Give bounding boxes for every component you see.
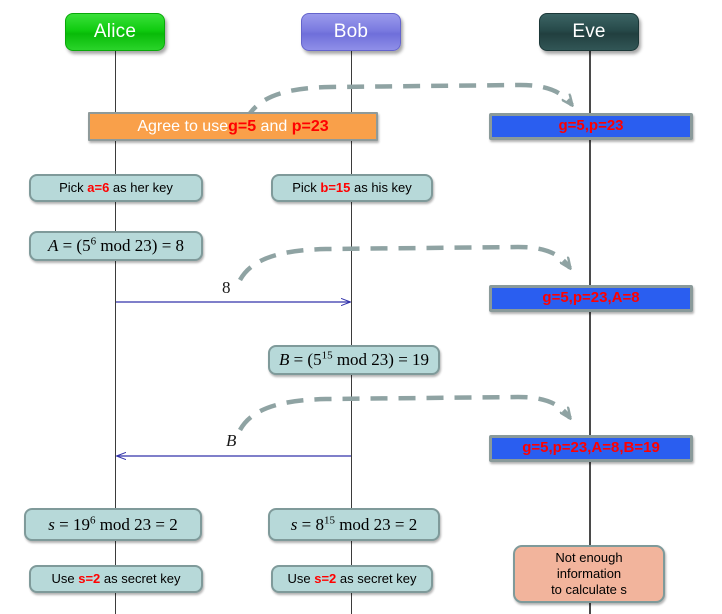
alice-pick-key-value: a=6 bbox=[87, 179, 110, 195]
bob-compute-B-formula: B = (515 mod 23) = 19 bbox=[279, 349, 429, 370]
agree-prefix: Agree to use bbox=[137, 117, 229, 135]
alice-secret-eq: = 19 bbox=[54, 514, 90, 534]
note-eve-knowledge-2[interactable]: g=5,p=23,A=8 bbox=[489, 285, 693, 312]
note-alice-compute-A[interactable]: A = (56 mod 23) = 8 bbox=[29, 231, 203, 261]
actor-bob[interactable]: Bob bbox=[301, 13, 401, 51]
bob-compute-B-eq: = (5 bbox=[289, 350, 322, 370]
note-bob-use-secret[interactable]: Use s=2 as secret key bbox=[271, 565, 433, 593]
alice-compute-A-lhs: A bbox=[47, 236, 59, 256]
alice-use-key-value: s=2 bbox=[78, 570, 101, 586]
note-alice-pick-key[interactable]: Pick a=6 as her key bbox=[29, 174, 203, 202]
note-alice-use-secret[interactable]: Use s=2 as secret key bbox=[29, 565, 203, 593]
actor-alice-label: Alice bbox=[93, 21, 137, 42]
alice-use-suffix: as secret key bbox=[100, 570, 181, 586]
note-eve-knowledge-1[interactable]: g=5,p=23 bbox=[489, 113, 693, 140]
eve-knowledge-2-text: g=5,p=23,A=8 bbox=[542, 289, 640, 307]
agree-g-value: g=5 bbox=[228, 117, 257, 135]
bob-secret-eq: = 8 bbox=[297, 514, 324, 534]
bob-use-prefix: Use bbox=[287, 570, 315, 586]
message-label-B: B bbox=[226, 431, 236, 451]
intercept-arrow-A bbox=[238, 244, 570, 282]
eve-not-enough-line3: to calculate s bbox=[551, 582, 627, 598]
note-alice-secret[interactable]: s = 196 mod 23 = 2 bbox=[24, 508, 202, 541]
note-bob-pick-key[interactable]: Pick b=15 as his key bbox=[271, 174, 433, 202]
alice-secret-mod: mod 23 = 2 bbox=[95, 514, 178, 534]
bob-use-suffix: as secret key bbox=[336, 570, 417, 586]
alice-compute-A-formula: A = (56 mod 23) = 8 bbox=[48, 235, 184, 256]
eve-not-enough-line1: Not enough bbox=[555, 549, 623, 565]
note-bob-compute-B[interactable]: B = (515 mod 23) = 19 bbox=[268, 345, 440, 375]
sequence-diagram-canvas: Alice Bob Eve Agree to use g=5 and p=23 … bbox=[0, 0, 722, 614]
actor-alice[interactable]: Alice bbox=[65, 13, 165, 51]
message-label-A-text: 8 bbox=[222, 278, 231, 297]
eve-knowledge-3-text: g=5,p=23,A=8,B=19 bbox=[522, 439, 660, 457]
alice-secret-formula: s = 196 mod 23 = 2 bbox=[48, 514, 178, 535]
alice-secret-lhs: s bbox=[48, 514, 55, 534]
note-agree-parameters[interactable]: Agree to use g=5 and p=23 bbox=[88, 112, 378, 141]
note-bob-secret[interactable]: s = 815 mod 23 = 2 bbox=[268, 508, 440, 541]
note-eve-not-enough[interactable]: Not enough information to calculate s bbox=[513, 545, 665, 603]
bob-pick-key-value: b=15 bbox=[320, 179, 351, 195]
bob-compute-B-lhs: B bbox=[278, 350, 290, 370]
bob-secret-mod: mod 23 = 2 bbox=[334, 514, 418, 534]
alice-pick-prefix: Pick bbox=[59, 179, 88, 195]
bob-compute-B-mod: mod 23) = 19 bbox=[332, 350, 430, 370]
alice-compute-A-eq: = (5 bbox=[58, 236, 91, 256]
bob-use-key-value: s=2 bbox=[314, 570, 337, 586]
bob-secret-formula: s = 815 mod 23 = 2 bbox=[291, 514, 418, 535]
alice-compute-A-mod: mod 23) = 8 bbox=[96, 236, 185, 256]
actor-eve-label: Eve bbox=[572, 21, 606, 42]
bob-pick-suffix: as his key bbox=[350, 179, 412, 195]
bob-compute-B-exp: 15 bbox=[321, 349, 333, 362]
actor-bob-label: Bob bbox=[333, 21, 369, 42]
agree-p-value: p=23 bbox=[291, 117, 329, 135]
message-label-B-text: B bbox=[226, 431, 237, 450]
agree-middle: and bbox=[256, 117, 292, 135]
intercept-arrow-B bbox=[238, 394, 570, 432]
alice-pick-suffix: as her key bbox=[109, 179, 173, 195]
eve-knowledge-1-text: g=5,p=23 bbox=[558, 117, 624, 135]
actor-eve[interactable]: Eve bbox=[539, 13, 639, 51]
bob-secret-exp: 15 bbox=[323, 514, 335, 527]
note-eve-knowledge-3[interactable]: g=5,p=23,A=8,B=19 bbox=[489, 435, 693, 462]
alice-use-prefix: Use bbox=[51, 570, 79, 586]
message-label-A: 8 bbox=[222, 278, 231, 298]
eve-not-enough-line2: information bbox=[556, 565, 622, 581]
bob-pick-prefix: Pick bbox=[292, 179, 321, 195]
